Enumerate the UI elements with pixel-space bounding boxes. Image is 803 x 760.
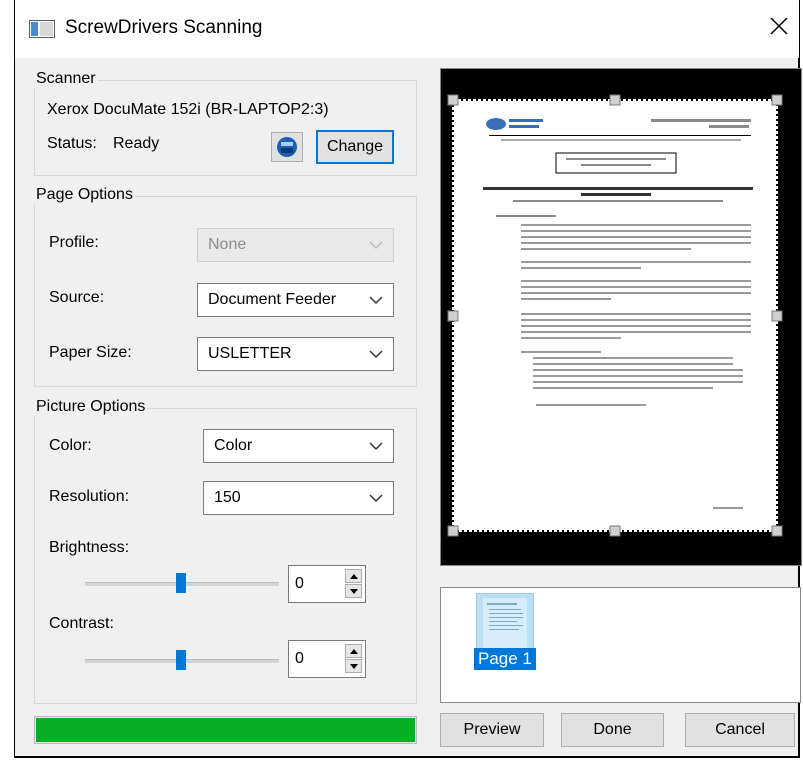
contrast-value: 0 <box>295 650 304 667</box>
contrast-label: Contrast: <box>49 615 114 632</box>
scanner-group-label: Scanner <box>34 70 98 88</box>
spin-up-button[interactable] <box>345 644 362 658</box>
source-label: Source: <box>49 289 105 306</box>
page-thumbnail-label[interactable]: Page 1 <box>474 648 536 670</box>
scan-progress-fill <box>36 718 415 742</box>
scanner-device-name: Xerox DocuMate 152i (BR-LAPTOP2:3) <box>47 101 329 118</box>
color-label: Color: <box>49 437 92 454</box>
status-value: Ready <box>113 135 160 152</box>
triangle-up-icon <box>349 573 358 579</box>
app-icon <box>29 20 55 38</box>
chevron-down-icon <box>369 241 383 250</box>
color-value: Color <box>214 437 253 454</box>
spin-down-button[interactable] <box>345 584 362 598</box>
contrast-spinbox[interactable]: 0 <box>288 640 366 678</box>
profile-value: None <box>208 236 247 253</box>
page-options-group-label: Page Options <box>34 186 135 204</box>
change-scanner-button[interactable]: Change <box>316 130 394 164</box>
brightness-value: 0 <box>295 575 304 592</box>
paper-size-value: USLETTER <box>208 345 292 362</box>
contrast-spin-arrows <box>345 644 362 674</box>
cancel-button-label: Cancel <box>715 721 765 738</box>
picture-options-group-label: Picture Options <box>34 398 148 416</box>
scanner-settings-button[interactable] <box>271 132 303 162</box>
preview-button-label: Preview <box>463 721 521 738</box>
profile-label: Profile: <box>49 234 99 251</box>
scanner-icon <box>277 137 297 157</box>
chevron-down-icon <box>369 296 383 305</box>
source-select[interactable]: Document Feeder <box>197 283 394 317</box>
resolution-label: Resolution: <box>49 488 130 505</box>
brightness-label: Brightness: <box>49 539 130 556</box>
close-button[interactable] <box>759 6 799 46</box>
done-button-label: Done <box>593 721 632 738</box>
preview-button[interactable]: Preview <box>440 713 544 747</box>
scan-preview-pane <box>440 68 802 566</box>
source-value: Document Feeder <box>208 291 337 308</box>
triangle-down-icon <box>349 588 358 594</box>
page-thumbnails-list: Page 1 <box>440 587 801 703</box>
chevron-down-icon <box>369 350 383 359</box>
spin-down-button[interactable] <box>345 659 362 673</box>
title-bar: ScrewDrivers Scanning <box>15 0 799 58</box>
change-button-label: Change <box>326 138 384 155</box>
window-title: ScrewDrivers Scanning <box>65 17 263 38</box>
contrast-slider-thumb[interactable] <box>176 650 186 670</box>
scanning-window: ScrewDrivers Scanning Scanner Xerox Docu… <box>14 0 802 758</box>
brightness-slider-thumb[interactable] <box>176 573 186 593</box>
status-label: Status: <box>47 135 97 152</box>
chevron-down-icon <box>369 442 383 451</box>
close-icon <box>770 17 788 35</box>
done-button[interactable]: Done <box>561 713 664 747</box>
cancel-button[interactable]: Cancel <box>685 713 795 747</box>
scan-progress-bar <box>34 716 417 744</box>
paper-size-label: Paper Size: <box>49 344 132 361</box>
brightness-spinbox[interactable]: 0 <box>288 565 366 603</box>
color-select[interactable]: Color <box>203 429 394 463</box>
page-thumbnail-icon <box>483 598 527 648</box>
spin-up-button[interactable] <box>345 569 362 583</box>
scanned-page-preview <box>447 94 783 537</box>
profile-select: None <box>197 228 394 262</box>
paper-size-select[interactable]: USLETTER <box>197 337 394 371</box>
resolution-value: 150 <box>214 489 241 506</box>
brightness-spin-arrows <box>345 569 362 599</box>
triangle-up-icon <box>349 648 358 654</box>
chevron-down-icon <box>369 494 383 503</box>
triangle-down-icon <box>349 663 358 669</box>
page-thumbnail-image[interactable] <box>476 593 534 651</box>
resolution-select[interactable]: 150 <box>203 481 394 515</box>
